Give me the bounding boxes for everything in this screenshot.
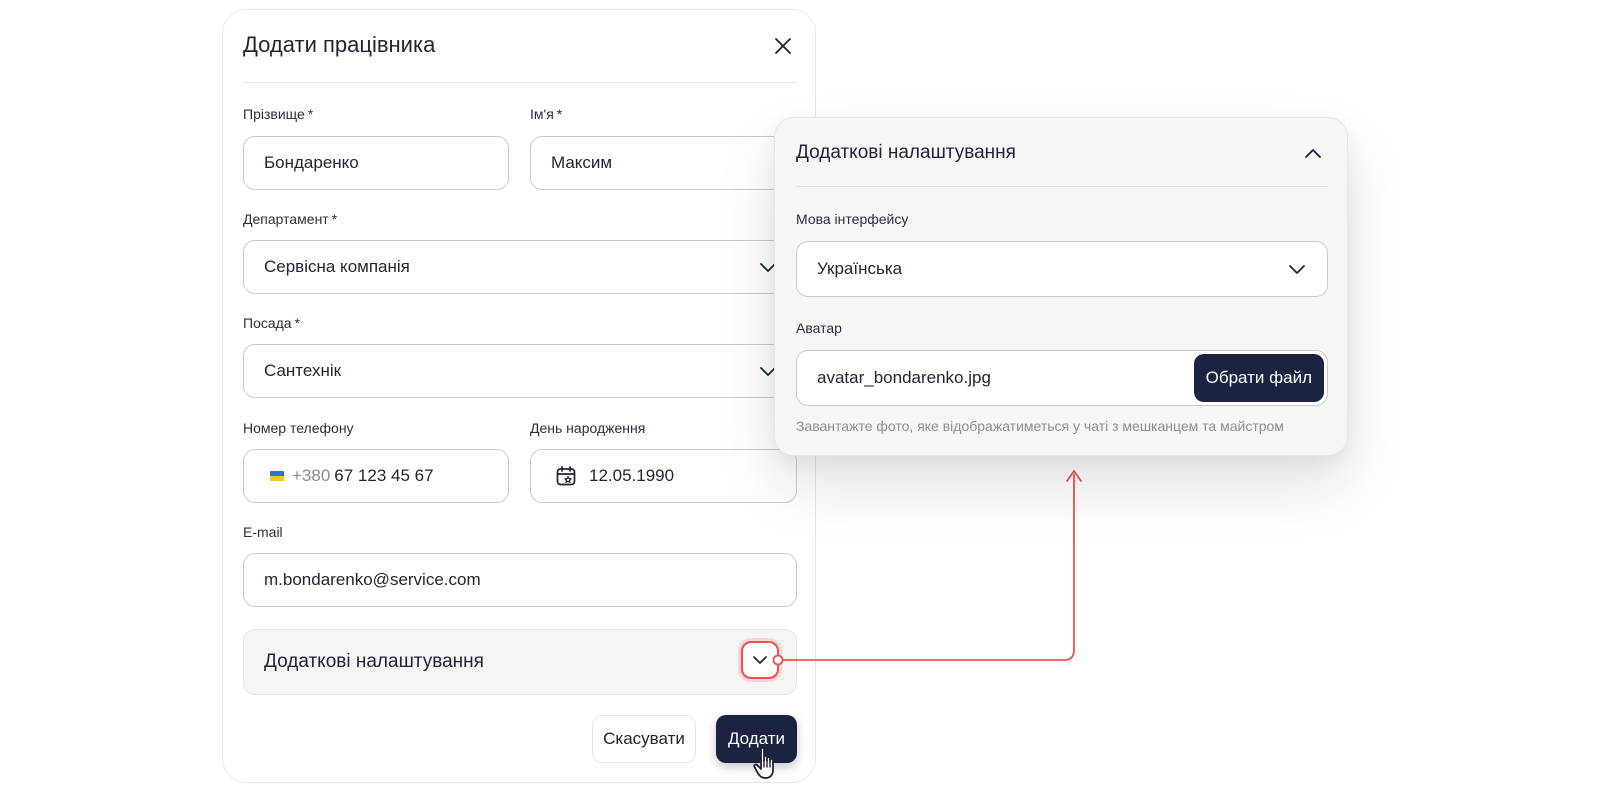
department-select[interactable]: Сервісна компанія [243, 240, 797, 294]
calendar-icon [556, 466, 576, 486]
chevron-down-icon [1289, 265, 1305, 274]
phone-value: 67 123 45 67 [334, 466, 434, 485]
advanced-settings-panel: Додаткові налаштування Мова інтерфейсу У… [774, 117, 1348, 456]
panel-divider [796, 186, 1328, 187]
advanced-settings-label: Додаткові налаштування [264, 651, 484, 672]
language-select[interactable]: Українська [796, 241, 1328, 297]
chevron-up-icon [1305, 149, 1321, 158]
close-button[interactable] [769, 32, 797, 60]
last-name-field[interactable]: Бондаренко [243, 136, 509, 190]
email-value: m.bondarenko@service.com [264, 570, 481, 589]
collapse-button[interactable] [1299, 140, 1327, 168]
department-value: Сервісна компанія [264, 257, 410, 276]
first-name-field[interactable]: Максим [530, 136, 797, 190]
choose-file-button[interactable]: Обрати файл [1193, 354, 1324, 402]
modal-title: Додати працівника [243, 32, 436, 57]
position-label: Посада * [243, 315, 301, 331]
first-name-value: Максим [551, 153, 613, 172]
avatar-file-field[interactable]: avatar_bondarenko.jpg Обрати файл [796, 350, 1328, 406]
last-name-label: Прізвище * [243, 106, 314, 122]
phone-field[interactable]: +380 67 123 45 67 [243, 449, 509, 503]
first-name-label: Ім'я * [530, 106, 563, 122]
advanced-settings-toggle[interactable] [741, 641, 779, 679]
birthday-label: День народження [530, 420, 646, 436]
department-label: Департамент * [243, 211, 338, 227]
position-value: Сантехнік [264, 361, 342, 380]
add-employee-modal: Додати працівника Прізвище * Бондаренко І… [222, 9, 816, 783]
chevron-down-icon [753, 656, 767, 664]
email-label: E-mail [243, 524, 283, 540]
avatar-file-name: avatar_bondarenko.jpg [817, 368, 991, 387]
birthday-field[interactable]: 12.05.1990 [530, 449, 797, 503]
advanced-settings-accordion[interactable]: Додаткові налаштування [243, 629, 797, 695]
close-icon [775, 38, 791, 54]
phone-country-code: +380 [292, 466, 331, 485]
email-field[interactable]: m.bondarenko@service.com [243, 553, 797, 607]
cancel-button[interactable]: Скасувати [592, 715, 696, 763]
phone-label: Номер телефону [243, 420, 354, 436]
header-divider [243, 82, 797, 83]
birthday-value: 12.05.1990 [589, 466, 675, 485]
panel-title: Додаткові налаштування [796, 142, 1016, 163]
language-label: Мова інтерфейсу [796, 211, 909, 227]
language-value: Українська [817, 259, 903, 278]
ukraine-flag-icon [270, 471, 284, 481]
avatar-label: Аватар [796, 320, 842, 336]
hand-cursor-icon [753, 746, 774, 779]
avatar-hint: Завантажте фото, яке відображатиметься у… [796, 418, 1284, 434]
position-select[interactable]: Сантехнік [243, 344, 797, 398]
last-name-value: Бондаренко [264, 153, 359, 172]
